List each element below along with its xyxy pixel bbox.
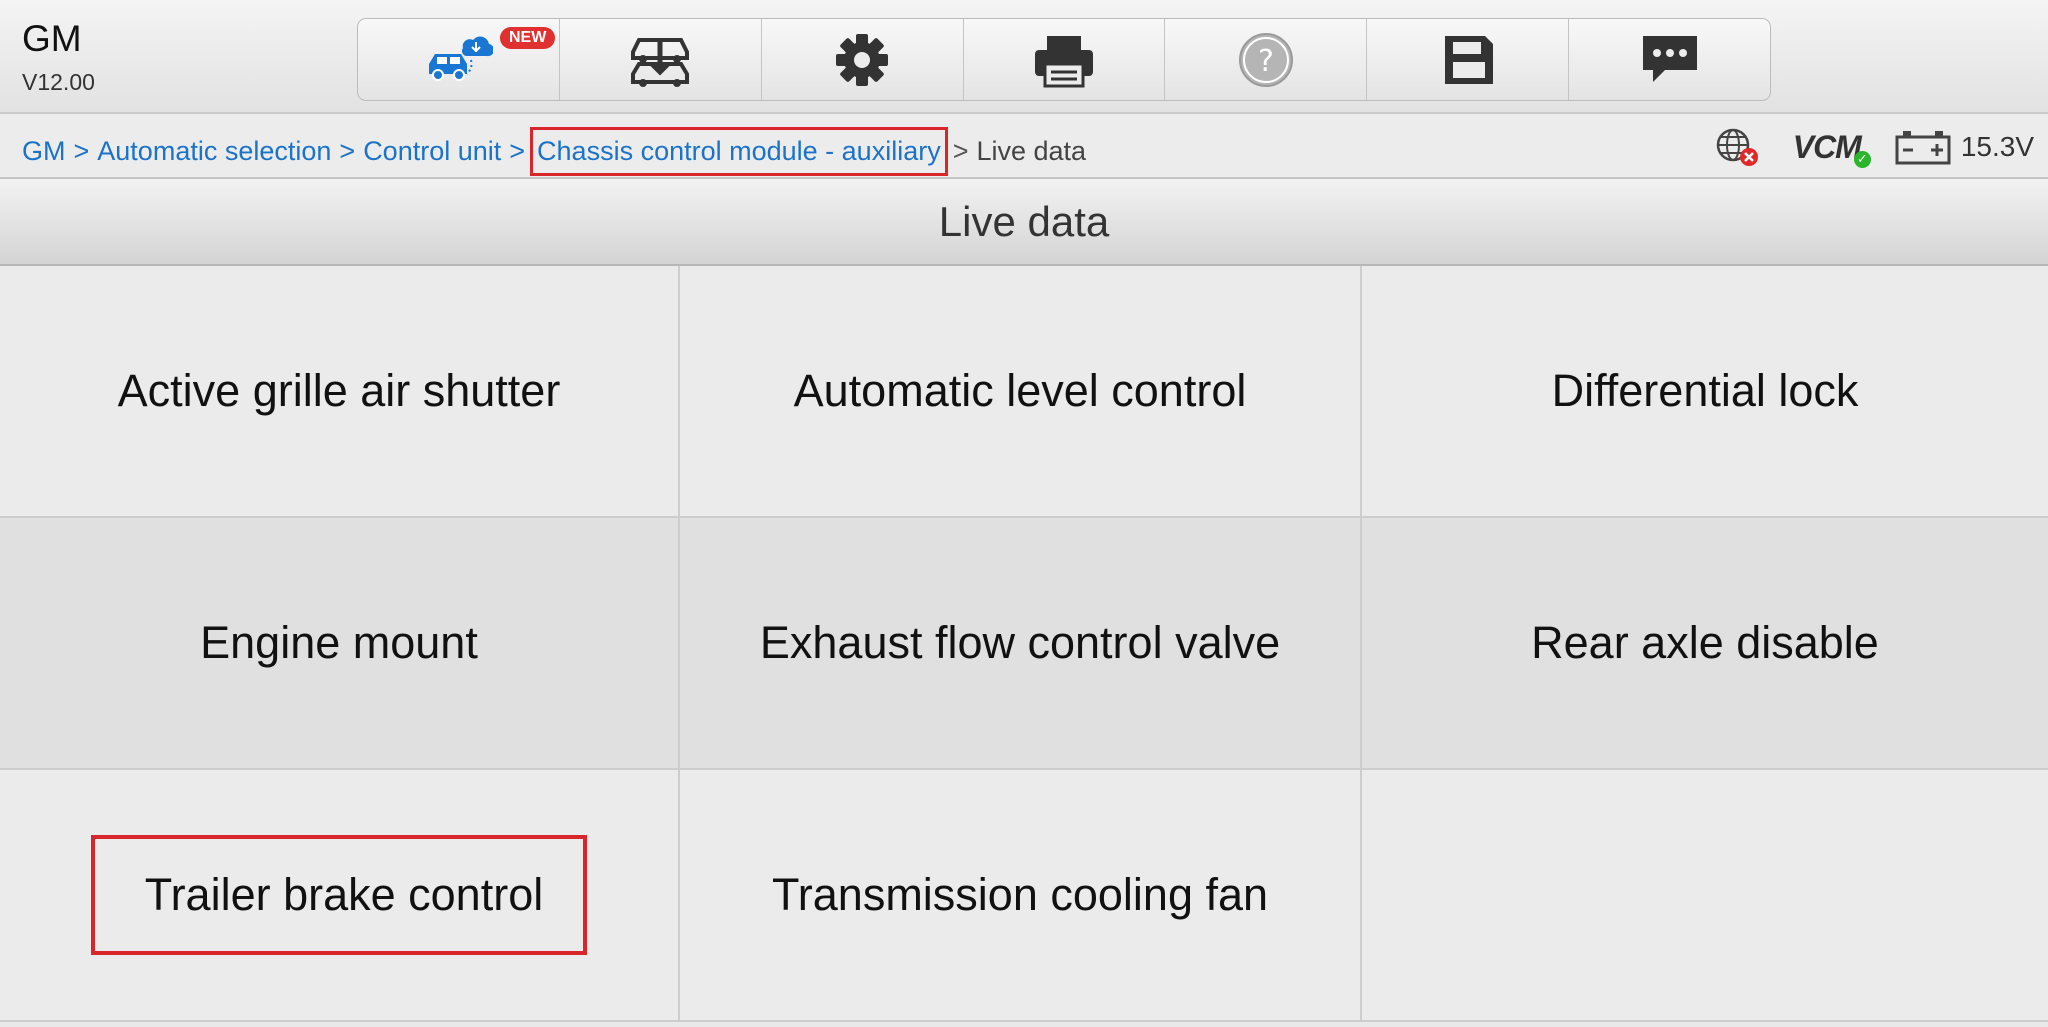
help-button[interactable]: ?: [1165, 19, 1368, 100]
vcm-label: VCM: [1792, 128, 1862, 165]
grid-item-rear-axle-disable[interactable]: Rear axle disable: [1362, 518, 2048, 770]
feedback-button[interactable]: [1569, 19, 1770, 100]
toolbar: NEW ?: [357, 18, 1771, 101]
breadcrumb-separator: >: [339, 136, 356, 166]
top-bar: GM V12.00 NEW ?: [0, 0, 2048, 114]
grid-item-trailer-brake-control[interactable]: Trailer brake control: [0, 770, 680, 1022]
brand-name: GM: [22, 18, 82, 59]
battery-status: 15.3V: [1895, 129, 2034, 165]
settings-button[interactable]: [762, 19, 964, 100]
breadcrumb-separator: >: [509, 136, 526, 166]
breadcrumb-bar: GM > Automatic selection > Control unit …: [0, 114, 2048, 179]
globe-icon: [1716, 128, 1758, 166]
grid-item-label: Active grille air shutter: [117, 365, 561, 416]
breadcrumb-current: Live data: [976, 136, 1087, 166]
print-button[interactable]: [964, 19, 1166, 100]
grid-item-empty: [1362, 770, 2048, 1022]
version-label: V12.00: [22, 69, 95, 95]
vehicle-swap-button[interactable]: [560, 19, 762, 100]
remote-diagnostics-button[interactable]: NEW: [358, 19, 560, 100]
title-band: Live data: [0, 179, 2048, 266]
breadcrumb-item-gm[interactable]: GM: [22, 136, 66, 167]
page-title: Live data: [938, 197, 1110, 245]
vehicle-swap-icon: [631, 37, 690, 87]
remote-diagnostics-icon: [429, 36, 494, 81]
grid-item-exhaust-flow-control-valve[interactable]: Exhaust flow control valve: [680, 518, 1362, 770]
vcm-connected-icon: ✓: [1853, 150, 1871, 168]
breadcrumb-item-automatic-selection[interactable]: Automatic selection: [97, 136, 331, 167]
grid-item-label: Transmission cooling fan: [771, 869, 1269, 920]
brand: GM V12.00: [22, 20, 95, 96]
gear-icon: [836, 33, 889, 86]
grid-item-label: Rear axle disable: [1531, 617, 1879, 668]
grid-item-label: Differential lock: [1551, 365, 1859, 416]
grid-item-label: Trailer brake control: [90, 835, 588, 955]
battery-icon: [1895, 131, 1951, 165]
breadcrumb-separator: >: [952, 136, 969, 166]
breadcrumb: GM > Automatic selection > Control unit …: [22, 127, 1087, 176]
network-status[interactable]: [1715, 127, 1759, 167]
grid-item-label: Exhaust flow control valve: [759, 617, 1281, 668]
chat-icon: [1642, 35, 1697, 82]
printer-icon: [1035, 35, 1093, 87]
grid-item-differential-lock[interactable]: Differential lock: [1362, 266, 2048, 518]
battery-voltage: 15.3V: [1960, 131, 2034, 162]
svg-text:?: ?: [1258, 44, 1274, 79]
breadcrumb-item-control-unit[interactable]: Control unit: [363, 136, 501, 167]
live-data-grid: Active grille air shutter Automatic leve…: [0, 266, 2048, 1027]
save-button[interactable]: [1367, 19, 1570, 100]
vcm-status[interactable]: VCM ✓: [1792, 128, 1871, 168]
grid-item-label: Automatic level control: [793, 365, 1247, 416]
breadcrumb-separator: >: [73, 136, 90, 166]
help-icon: ?: [1238, 32, 1293, 87]
grid-item-active-grille-air-shutter[interactable]: Active grille air shutter: [0, 266, 680, 518]
grid-item-automatic-level-control[interactable]: Automatic level control: [680, 266, 1362, 518]
grid-item-transmission-cooling-fan[interactable]: Transmission cooling fan: [680, 770, 1362, 1022]
grid-item-engine-mount[interactable]: Engine mount: [0, 518, 680, 770]
breadcrumb-item-chassis-control-module[interactable]: Chassis control module - auxiliary: [530, 127, 948, 176]
grid-item-label: Engine mount: [200, 617, 478, 668]
save-icon: [1444, 35, 1493, 84]
new-badge: NEW: [500, 27, 556, 49]
status-area: VCM ✓ 15.3V: [1681, 126, 2034, 168]
